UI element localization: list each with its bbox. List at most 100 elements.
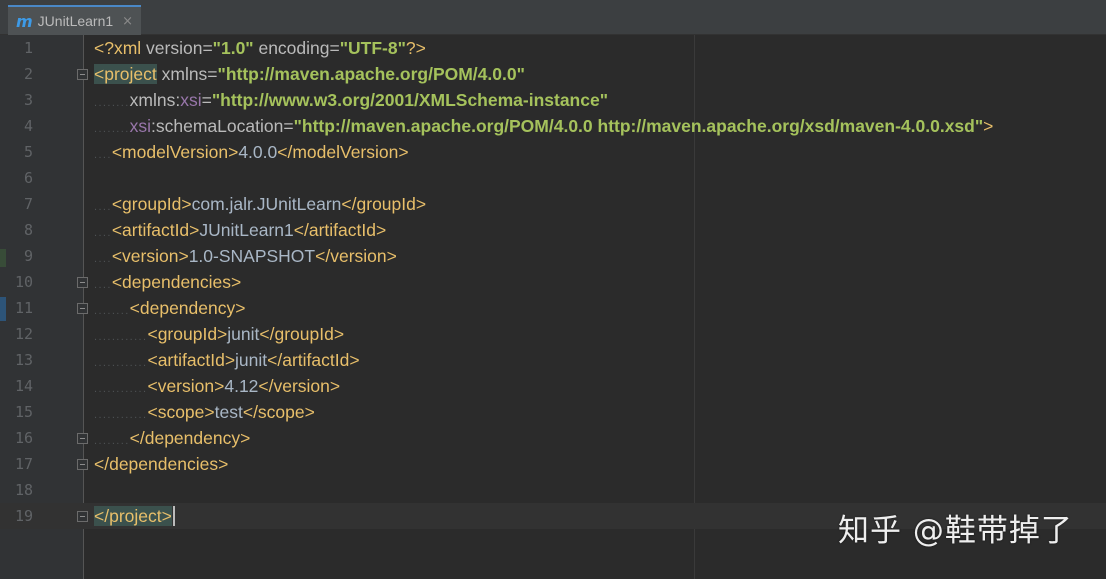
line-number: 4 [23,117,33,135]
code-text: ............<artifactId>junit</artifactI… [94,347,360,376]
whitespace-marker: ............ [94,331,148,343]
line-number: 6 [23,169,33,187]
code-token: com.jalr.JUnitLearn [191,194,342,214]
code-text: ....<version>1.0-SNAPSHOT</version> [94,243,397,272]
code-line[interactable]: 6 [0,165,1106,191]
whitespace-marker: ............ [94,357,148,369]
code-line[interactable]: 17 </dependencies> [0,451,1106,477]
code-line[interactable]: 13 ............<artifactId>junit</artifac… [0,347,1106,373]
fold-collapse-icon[interactable] [77,459,88,470]
line-number: 16 [14,429,33,447]
line-number: 11 [14,299,33,317]
whitespace-marker: ............ [94,409,148,421]
code-token: "1.0" [212,38,254,58]
code-text: <?xml version="1.0" encoding="UTF-8"?> [94,35,426,61]
code-line[interactable]: 8 ....<artifactId>JUnitLearn1</artifactId… [0,217,1106,243]
code-token: <artifactId> [147,350,236,370]
code-token: </dependency> [129,428,251,448]
code-token: </project> [94,506,172,526]
code-line[interactable]: 12 ............<groupId>junit</groupId> [0,321,1106,347]
close-icon[interactable]: × [122,14,133,29]
code-line[interactable]: 1 <?xml version="1.0" encoding="UTF-8"?> [0,35,1106,61]
code-token: xmlns: [129,90,181,110]
fold-collapse-icon[interactable] [77,433,88,444]
code-token: </scope> [242,402,315,422]
maven-m-icon: m [16,11,33,31]
code-line[interactable]: 2 <project xmlns="http://maven.apache.org… [0,61,1106,87]
code-token: <dependencies> [111,272,242,292]
code-token: > [983,116,994,136]
code-token: <?xml [94,38,147,58]
code-text: ............<groupId>junit</groupId> [94,321,344,350]
code-token: <scope> [147,402,215,422]
text-caret [172,506,175,526]
line-number: 18 [14,481,33,499]
code-token: <modelVersion> [111,142,239,162]
code-token: ?> [405,38,426,58]
code-text: <project xmlns="http://maven.apache.org/… [94,61,525,87]
whitespace-marker: .... [94,227,112,239]
code-line[interactable]: 14 ............<version>4.12</version> [0,373,1106,399]
whitespace-marker: ........ [94,97,130,109]
whitespace-marker: ........ [94,123,130,135]
code-token: version= [146,38,213,58]
line-number: 1 [23,39,33,57]
fold-expand-icon[interactable] [77,303,88,314]
watermark: 知乎 @鞋带掉了 [838,513,1073,549]
code-token: </modelVersion> [277,142,409,162]
code-line[interactable]: 3 ........xmlns:xsi="http://www.w3.org/20… [0,87,1106,113]
code-token: junit [235,350,268,370]
code-line[interactable]: 16 ........</dependency> [0,425,1106,451]
code-token: xmlns= [156,64,218,84]
fold-expand-icon[interactable] [77,69,88,80]
code-line[interactable]: 15 ............<scope>test</scope> [0,399,1106,425]
whitespace-marker: .... [94,201,112,213]
code-text: ....<modelVersion>4.0.0</modelVersion> [94,139,409,168]
code-line[interactable]: 18 [0,477,1106,503]
line-number: 19 [14,507,33,525]
fold-collapse-icon[interactable] [77,511,88,522]
code-token: </dependencies> [94,454,229,474]
code-text: ....<groupId>com.jalr.JUnitLearn</groupI… [94,191,426,220]
code-token: xsi [129,116,152,136]
code-line[interactable]: 9 ....<version>1.0-SNAPSHOT</version> [0,243,1106,269]
tab-junitlearn1[interactable]: m JUnitLearn1 × [8,5,142,35]
line-number: 10 [14,273,33,291]
code-token: "http://www.w3.org/2001/XMLSchema-instan… [211,90,609,110]
line-number: 9 [23,247,33,265]
code-line[interactable]: 11 ........<dependency> [0,295,1106,321]
code-token: <dependency> [129,298,246,318]
code-token: xsi [180,90,202,110]
code-line[interactable]: 10 ....<dependencies> [0,269,1106,295]
code-token: </artifactId> [293,220,387,240]
code-token: 4.12 [224,376,259,396]
code-line[interactable]: 7 ....<groupId>com.jalr.JUnitLearn</group… [0,191,1106,217]
code-text: ........xsi:schemaLocation="http://maven… [94,113,993,142]
line-number: 13 [14,351,33,369]
code-token: <groupId> [111,194,192,214]
code-token: <groupId> [147,324,228,344]
code-line[interactable]: 4 ........xsi:schemaLocation="http://mave… [0,113,1106,139]
tab-title: JUnitLearn1 [37,13,114,29]
line-number: 2 [23,65,33,83]
code-token: <version> [111,246,189,266]
code-token: "UTF-8" [339,38,406,58]
code-token: = [201,90,212,110]
code-text: ....<artifactId>JUnitLearn1</artifactId> [94,217,386,246]
code-token: </version> [258,376,341,396]
code-token: "http://maven.apache.org/POM/4.0.0 http:… [293,116,984,136]
code-token: <artifactId> [111,220,200,240]
whitespace-marker: .... [94,279,112,291]
line-number: 17 [14,455,33,473]
code-line[interactable]: 5 ....<modelVersion>4.0.0</modelVersion> [0,139,1106,165]
code-token: junit [227,324,260,344]
line-number: 14 [14,377,33,395]
code-token: test [214,402,243,422]
code-token: </artifactId> [267,350,360,370]
line-number: 7 [23,195,33,213]
code-token: "http://maven.apache.org/POM/4.0.0" [217,64,525,84]
whitespace-marker: .... [94,253,112,265]
fold-expand-icon[interactable] [77,277,88,288]
whitespace-marker: ........ [94,305,130,317]
whitespace-marker: ........ [94,435,130,447]
